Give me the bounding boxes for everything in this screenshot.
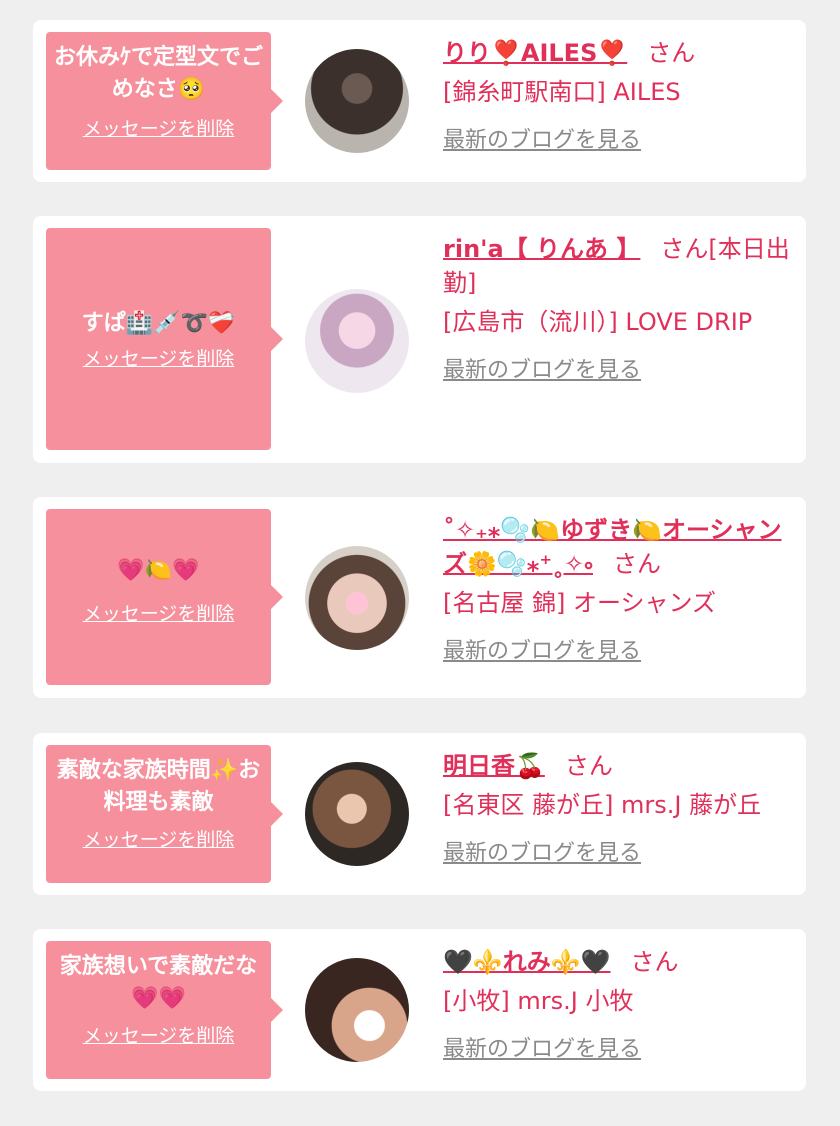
latest-blog-link[interactable]: 最新のブログを見る — [443, 835, 641, 867]
delete-message-button[interactable]: メッセージを削除 — [83, 344, 235, 371]
message-card: お休みｹで定型文でごめなさ🥺 メッセージを削除 りり❣️AILES❣️ さん [錦… — [33, 20, 806, 182]
message-text: 素敵な家族時間✨お料理も素敵 — [56, 758, 261, 815]
shop-name: [名東区 藤が丘] mrs.J 藤が丘 — [443, 791, 762, 819]
message-bubble: 素敵な家族時間✨お料理も素敵 メッセージを削除 — [46, 745, 283, 883]
message-text: 家族想いで素敵だな💗💗 — [59, 954, 258, 1011]
message-card: 素敵な家族時間✨お料理も素敵 メッセージを削除 明日香🍒 さん [名東区 藤が丘]… — [33, 733, 806, 895]
message-card: すぱ🏥💉➰❤️‍🩹 メッセージを削除 rin'a【 りんあ 】さん[本日出勤] … — [33, 216, 806, 463]
profile-info: ˚✧₊⁎🫧🍋ゆずき🍋オーシャンズ🌼🫧⁎⁺˳✧༚ さん [名古屋 錦] オーシャンズ… — [443, 513, 790, 665]
avatar[interactable] — [305, 49, 409, 153]
profile-info: 🖤⚜️れみ⚜️🖤 さん [小牧] mrs.J 小牧 最新のブログを見る — [443, 945, 790, 1063]
message-text: お休みｹで定型文でごめなさ🥺 — [53, 45, 263, 102]
message-card: 家族想いで素敵だな💗💗 メッセージを削除 🖤⚜️れみ⚜️🖤 さん [小牧] mrs… — [33, 929, 806, 1091]
profile-info: りり❣️AILES❣️ さん [錦糸町駅南口] AILES 最新のブログを見る — [443, 36, 790, 154]
message-text: 💗🍋💗 — [117, 558, 200, 583]
shop-name: [広島市（流川）] LOVE DRIP — [443, 308, 753, 336]
avatar[interactable] — [305, 958, 409, 1062]
delete-message-button[interactable]: メッセージを削除 — [83, 114, 235, 141]
profile-name-link[interactable]: 🖤⚜️れみ⚜️🖤 — [443, 948, 611, 976]
shop-name: [錦糸町駅南口] AILES — [443, 78, 681, 106]
latest-blog-link[interactable]: 最新のブログを見る — [443, 1031, 641, 1063]
profile-info: rin'a【 りんあ 】さん[本日出勤] [広島市（流川）] LOVE DRIP… — [443, 232, 790, 384]
latest-blog-link[interactable]: 最新のブログを見る — [443, 352, 641, 384]
avatar[interactable] — [305, 289, 409, 393]
profile-name-link[interactable]: りり❣️AILES❣️ — [443, 39, 627, 67]
message-bubble: 家族想いで素敵だな💗💗 メッセージを削除 — [46, 941, 283, 1079]
delete-message-button[interactable]: メッセージを削除 — [83, 1021, 235, 1048]
message-bubble: すぱ🏥💉➰❤️‍🩹 メッセージを削除 — [46, 228, 283, 450]
honorific: さん — [630, 948, 679, 976]
avatar[interactable] — [305, 546, 409, 650]
avatar[interactable] — [305, 762, 409, 866]
shop-name: [名古屋 錦] オーシャンズ — [443, 589, 717, 617]
latest-blog-link[interactable]: 最新のブログを見る — [443, 633, 641, 665]
delete-message-button[interactable]: メッセージを削除 — [83, 825, 235, 852]
honorific: さん — [612, 550, 661, 578]
profile-name-link[interactable]: rin'a【 りんあ 】 — [443, 235, 640, 263]
honorific: さん — [564, 752, 613, 780]
honorific: さん — [647, 39, 696, 67]
message-text: すぱ🏥💉➰❤️‍🩹 — [81, 311, 236, 336]
honorific: さん — [660, 235, 709, 263]
message-bubble: 💗🍋💗 メッセージを削除 — [46, 509, 283, 685]
latest-blog-link[interactable]: 最新のブログを見る — [443, 122, 641, 154]
shop-name: [小牧] mrs.J 小牧 — [443, 987, 634, 1015]
message-card: 💗🍋💗 メッセージを削除 ˚✧₊⁎🫧🍋ゆずき🍋オーシャンズ🌼🫧⁎⁺˳✧༚ さん [… — [33, 497, 806, 698]
delete-message-button[interactable]: メッセージを削除 — [83, 599, 235, 626]
profile-name-link[interactable]: 明日香🍒 — [443, 752, 545, 780]
message-bubble: お休みｹで定型文でごめなさ🥺 メッセージを削除 — [46, 32, 283, 170]
profile-info: 明日香🍒 さん [名東区 藤が丘] mrs.J 藤が丘 最新のブログを見る — [443, 749, 790, 867]
